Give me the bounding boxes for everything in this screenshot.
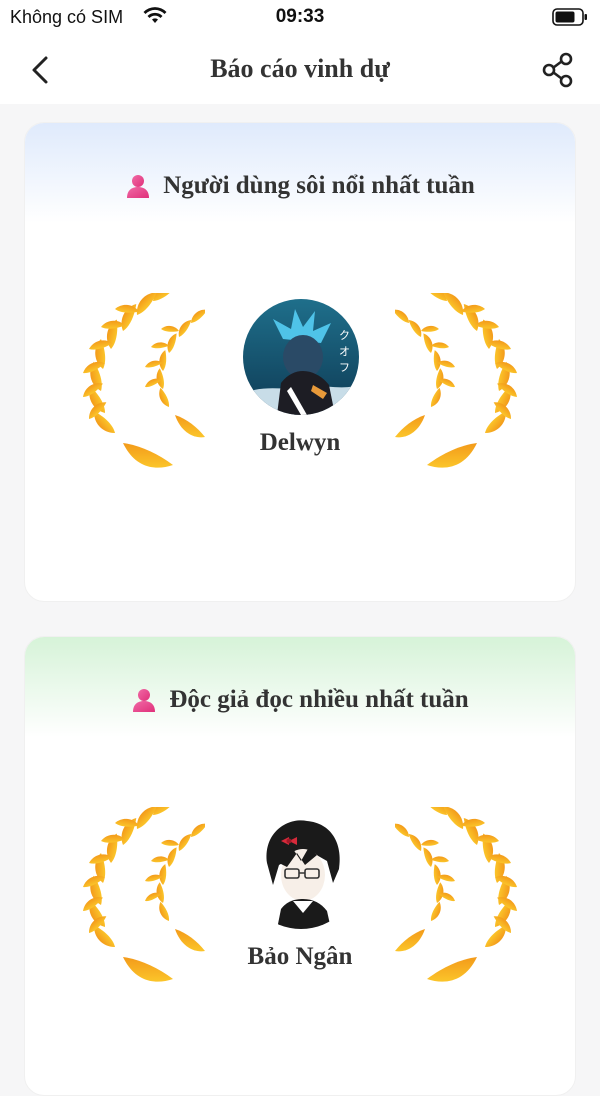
user-icon: [131, 687, 157, 713]
nav-bar: Báo cáo vinh dự: [0, 36, 600, 104]
share-icon: [542, 52, 573, 88]
svg-text:ク: ク: [339, 329, 350, 342]
honor-card-active-user[interactable]: Người dùng sôi nổi nhất tuần ク オ フ Delwy…: [24, 122, 576, 602]
avatar-image: [243, 813, 359, 929]
battery-icon: [552, 8, 587, 26]
user-icon: [125, 173, 151, 199]
honor-card-top-reader[interactable]: Độc giả đọc nhiều nhất tuần Bảo Ngân: [24, 636, 576, 1096]
avatar-image: ク オ フ: [243, 299, 359, 415]
winner-name: Bảo Ngân: [247, 943, 353, 970]
card-title-row: Người dùng sôi nổi nhất tuần: [25, 169, 575, 203]
share-button[interactable]: [538, 50, 578, 90]
card-title-row: Độc giả đọc nhiều nhất tuần: [25, 683, 575, 717]
card-title: Độc giả đọc nhiều nhất tuần: [169, 686, 469, 713]
winner-name: Delwyn: [259, 429, 341, 456]
status-time: 09:33: [275, 6, 325, 27]
avatar[interactable]: ク オ フ: [243, 299, 359, 415]
card-title: Người dùng sôi nổi nhất tuần: [163, 172, 475, 199]
svg-text:オ: オ: [339, 345, 350, 358]
svg-text:フ: フ: [339, 361, 350, 374]
avatar[interactable]: [243, 813, 359, 929]
status-bar: Không có SIM 09:33: [0, 0, 600, 36]
page-title: Báo cáo vinh dự: [210, 54, 390, 83]
